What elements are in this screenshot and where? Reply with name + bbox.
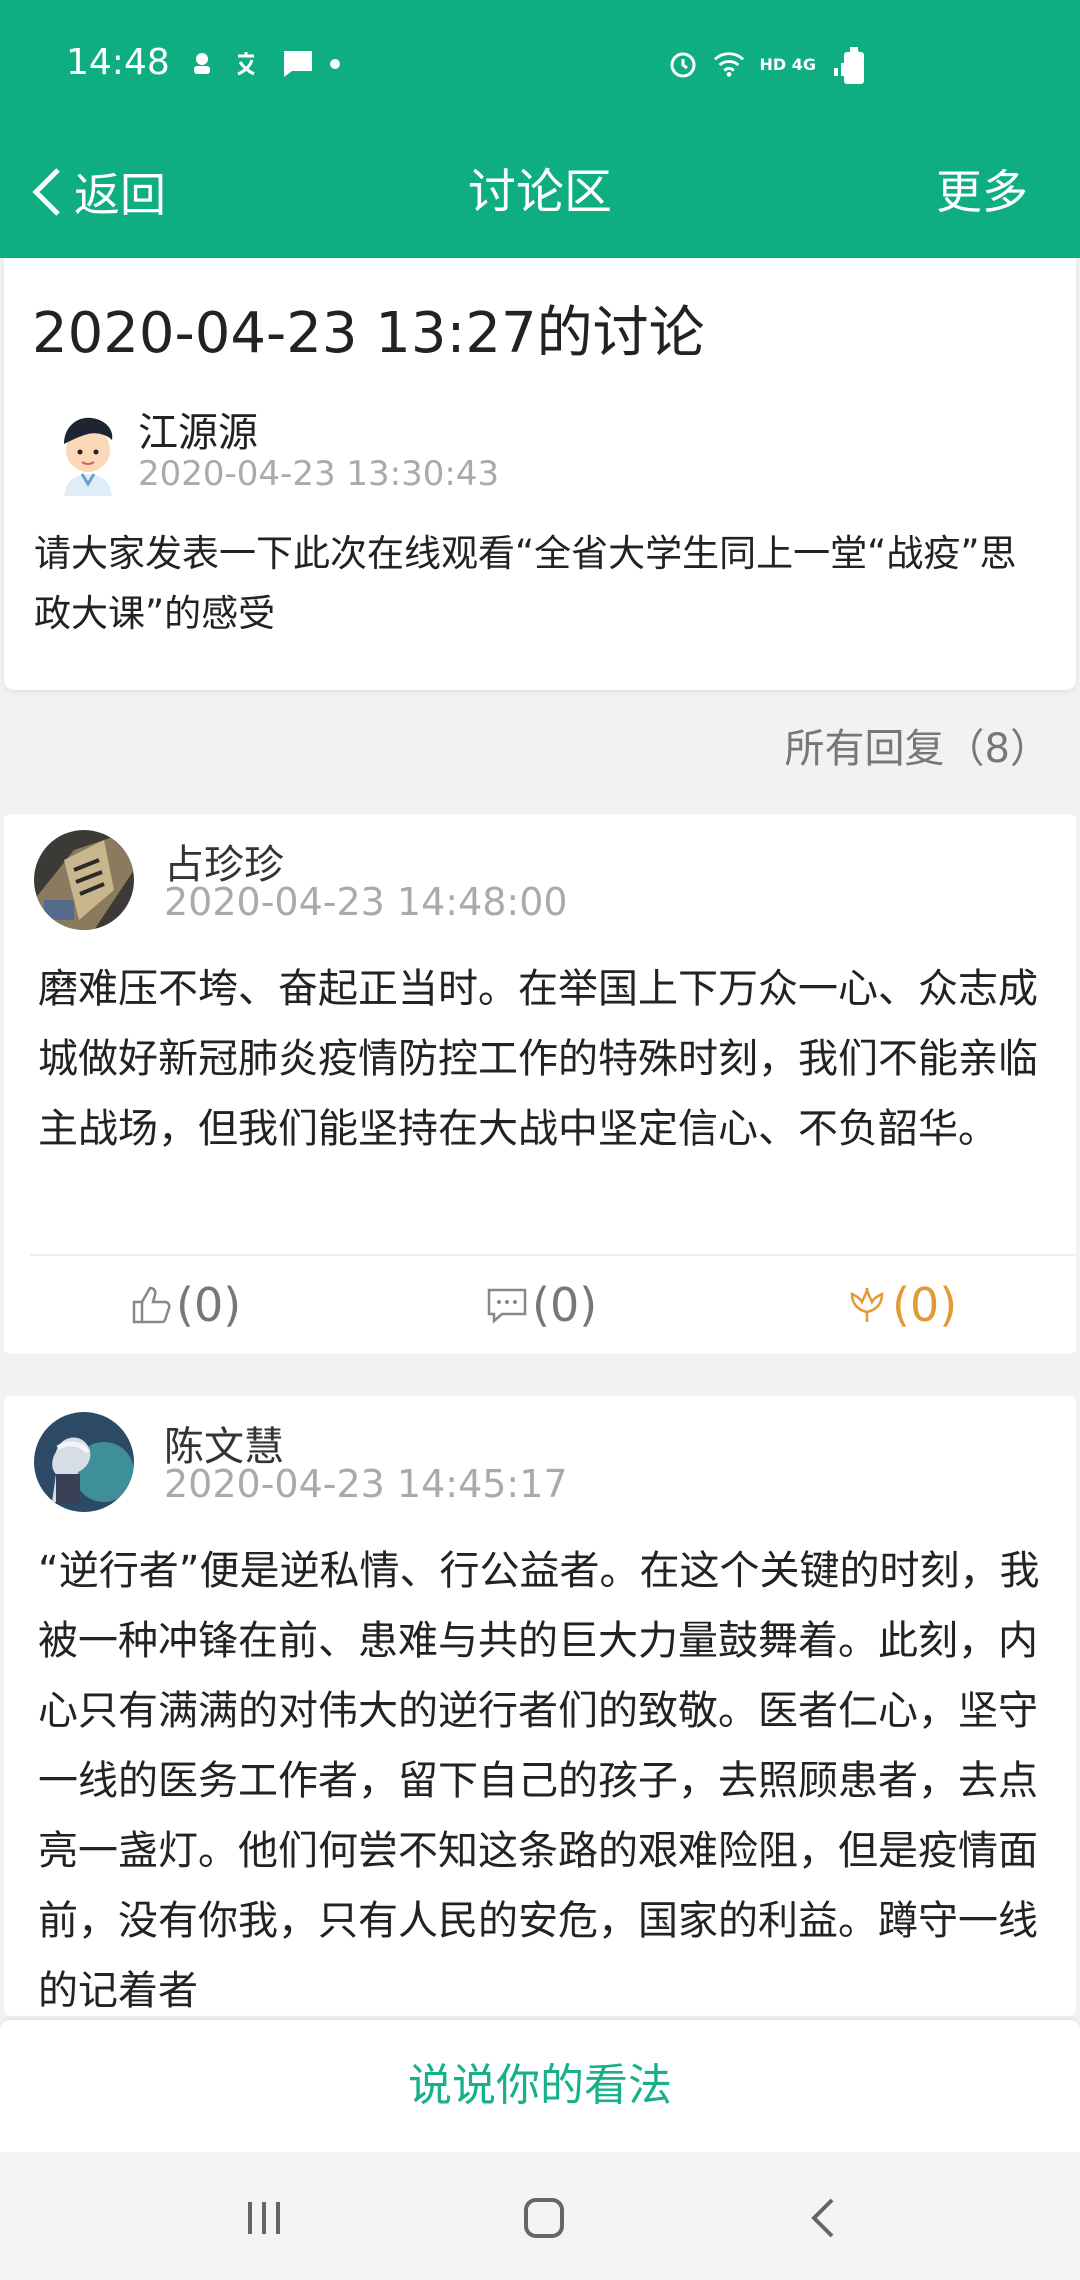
- more-notifications-dot: [330, 59, 340, 69]
- reply-card: 陈文慧 2020-04-23 14:45:17 “逆行者”便是逆私情、行公益者。…: [4, 1396, 1076, 2016]
- comment-input-bar[interactable]: 说说你的看法: [0, 2020, 1080, 2152]
- wifi-icon: [713, 48, 745, 80]
- home-icon[interactable]: [520, 2194, 568, 2242]
- battery-icon: [844, 47, 864, 84]
- reply-body: 磨难压不垮、奋起正当时。在举国上下万众一心、众志成城做好新冠肺炎疫情防控工作的特…: [38, 966, 1038, 1152]
- topic-time: 2020-04-23 13:30:43: [138, 454, 500, 494]
- system-nav-bar: [0, 2152, 1080, 2280]
- replies-count: 所有回复（8）: [784, 726, 1050, 772]
- status-bar: 14:48 HD 4G: [0, 0, 1080, 135]
- avatar[interactable]: [34, 830, 134, 930]
- flower-count: (0): [892, 1278, 958, 1332]
- avatar[interactable]: [34, 1412, 134, 1512]
- comment-icon: [487, 1288, 527, 1324]
- reply-body: “逆行者”便是逆私情、行公益者。在这个关键的时刻，我被一种冲锋在前、患难与共的巨…: [38, 1548, 1040, 2014]
- header: 14:48 HD 4G 返回 讨论区 更多: [0, 0, 1080, 258]
- comment-count: (0): [532, 1278, 598, 1332]
- flower-icon: [850, 1287, 884, 1322]
- translate-icon: [234, 48, 266, 80]
- like-count: (0): [176, 1278, 242, 1332]
- page-title: 讨论区: [467, 164, 612, 220]
- flower-button[interactable]: (0): [846, 1256, 957, 1354]
- topic-title: 2020-04-23 13:27的讨论: [32, 301, 705, 366]
- thumbs-up-icon: [132, 1286, 171, 1324]
- network-type-label: HD 4G: [759, 54, 816, 74]
- comment-input-placeholder: 说说你的看法: [408, 2060, 672, 2111]
- alarm-icon: [667, 48, 699, 80]
- avatar[interactable]: [52, 410, 124, 496]
- reply-card: 占珍珍 2020-04-23 14:48:00 磨难压不垮、奋起正当时。在举国上…: [4, 814, 1076, 1354]
- reply-actions: (0) (0) (0): [4, 1256, 1076, 1354]
- topic-author[interactable]: 江源源: [138, 400, 258, 458]
- notification-app-icon: [186, 48, 218, 80]
- recent-apps-icon[interactable]: [240, 2194, 288, 2242]
- reply-time: 2020-04-23 14:48:00: [164, 880, 568, 924]
- app-bar: 返回 讨论区 更多: [0, 135, 1080, 258]
- comment-button[interactable]: (0): [486, 1256, 597, 1354]
- status-time: 14:48: [66, 42, 170, 83]
- topic-body: 请大家发表一下此次在线观看“全省大学生同上一堂“战疫”思政大课”的感受: [34, 532, 1017, 635]
- system-back-icon[interactable]: [800, 2194, 848, 2242]
- more-button[interactable]: 更多: [936, 157, 1028, 227]
- reply-time: 2020-04-23 14:45:17: [164, 1462, 568, 1506]
- message-icon: [282, 48, 314, 80]
- like-button[interactable]: (0): [130, 1256, 241, 1354]
- topic-card: 2020-04-23 13:27的讨论 江源源 2020-04-23 13:30…: [4, 258, 1076, 690]
